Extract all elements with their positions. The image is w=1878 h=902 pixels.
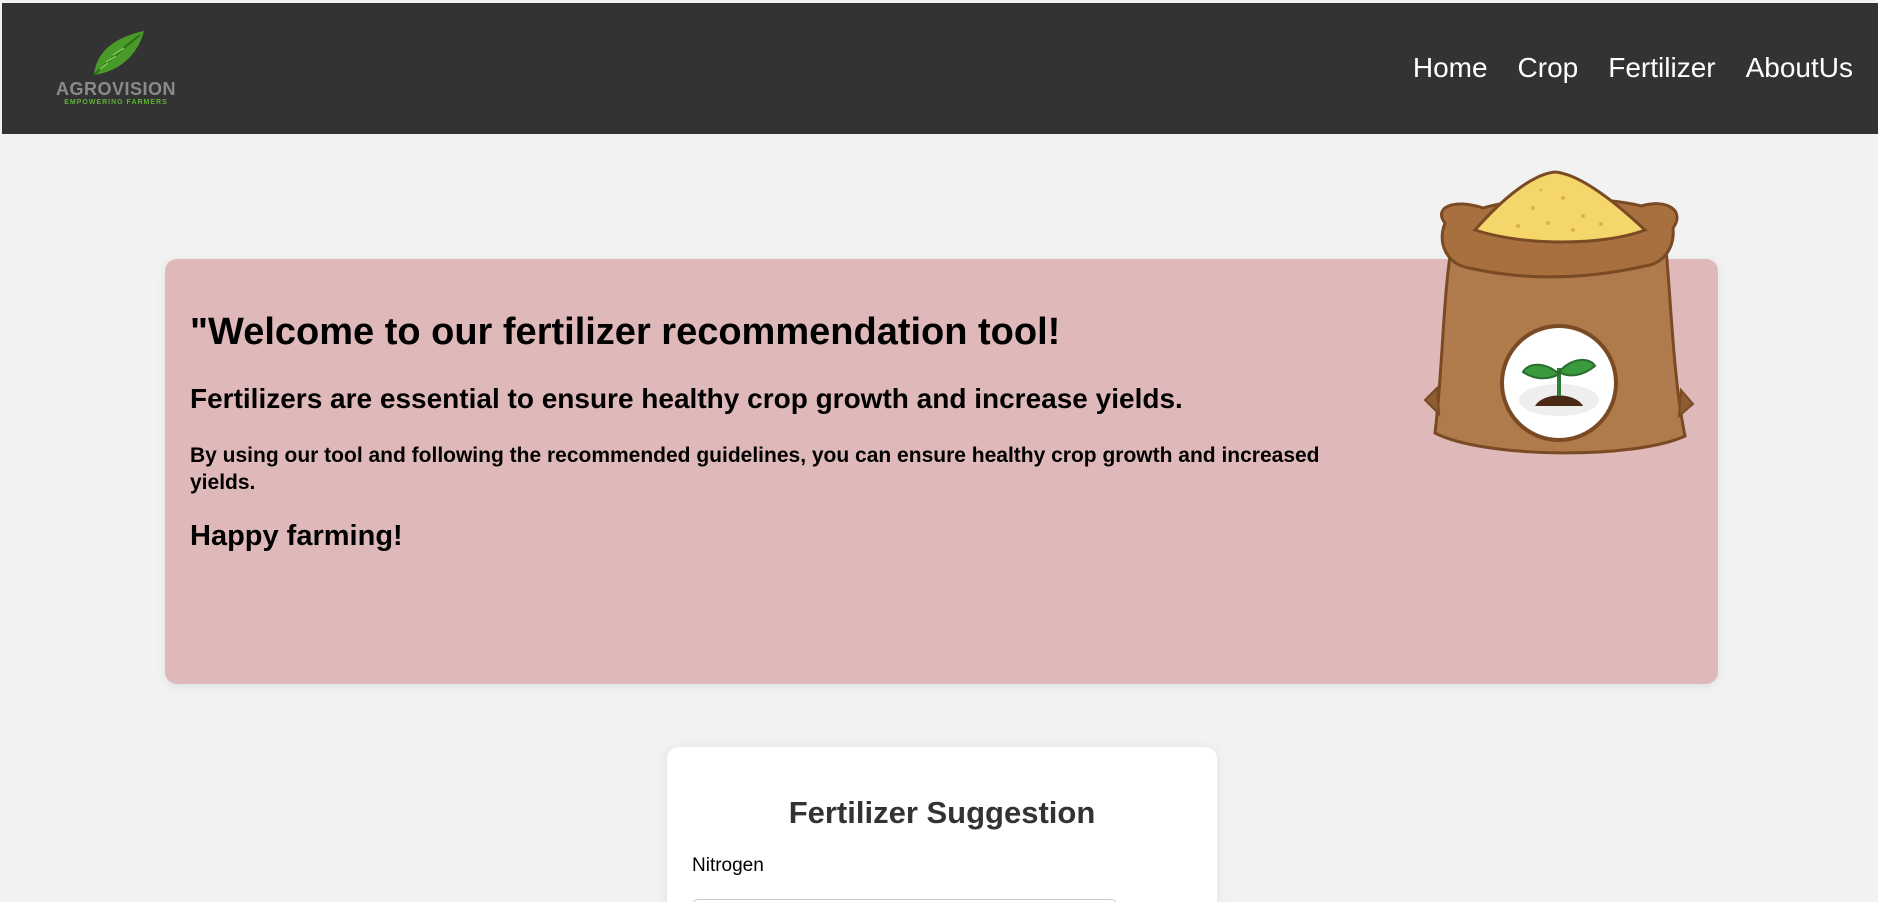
nav-fertilizer[interactable]: Fertilizer — [1608, 52, 1715, 84]
hero-title: "Welcome to our fertilizer recommendatio… — [190, 311, 1061, 353]
top-navbar: AGROVISION EMPOWERING FARMERS Home Crop … — [2, 3, 1878, 134]
logo-tagline: EMPOWERING FARMERS — [64, 99, 168, 106]
hero-subtitle: Fertilizers are essential to ensure heal… — [190, 383, 1183, 414]
hero-closing: Happy farming! — [190, 520, 403, 552]
fertilizer-sack-icon — [1423, 170, 1695, 455]
hero-body: By using our tool and following the reco… — [190, 444, 1320, 494]
form-title: Fertilizer Suggestion — [788, 795, 1096, 830]
nitrogen-label: Nitrogen — [692, 855, 764, 876]
nav-home[interactable]: Home — [1413, 52, 1488, 84]
nav-aboutus[interactable]: AboutUs — [1746, 52, 1853, 84]
leaf-icon — [93, 31, 144, 76]
logo[interactable]: AGROVISION EMPOWERING FARMERS — [42, 29, 190, 111]
main-nav: Home Crop Fertilizer AboutUs — [1383, 52, 1853, 84]
nav-crop[interactable]: Crop — [1518, 52, 1579, 84]
logo-brand: AGROVISION — [55, 79, 176, 99]
fertilizer-form-card: Fertilizer Suggestion Nitrogen — [667, 747, 1217, 902]
